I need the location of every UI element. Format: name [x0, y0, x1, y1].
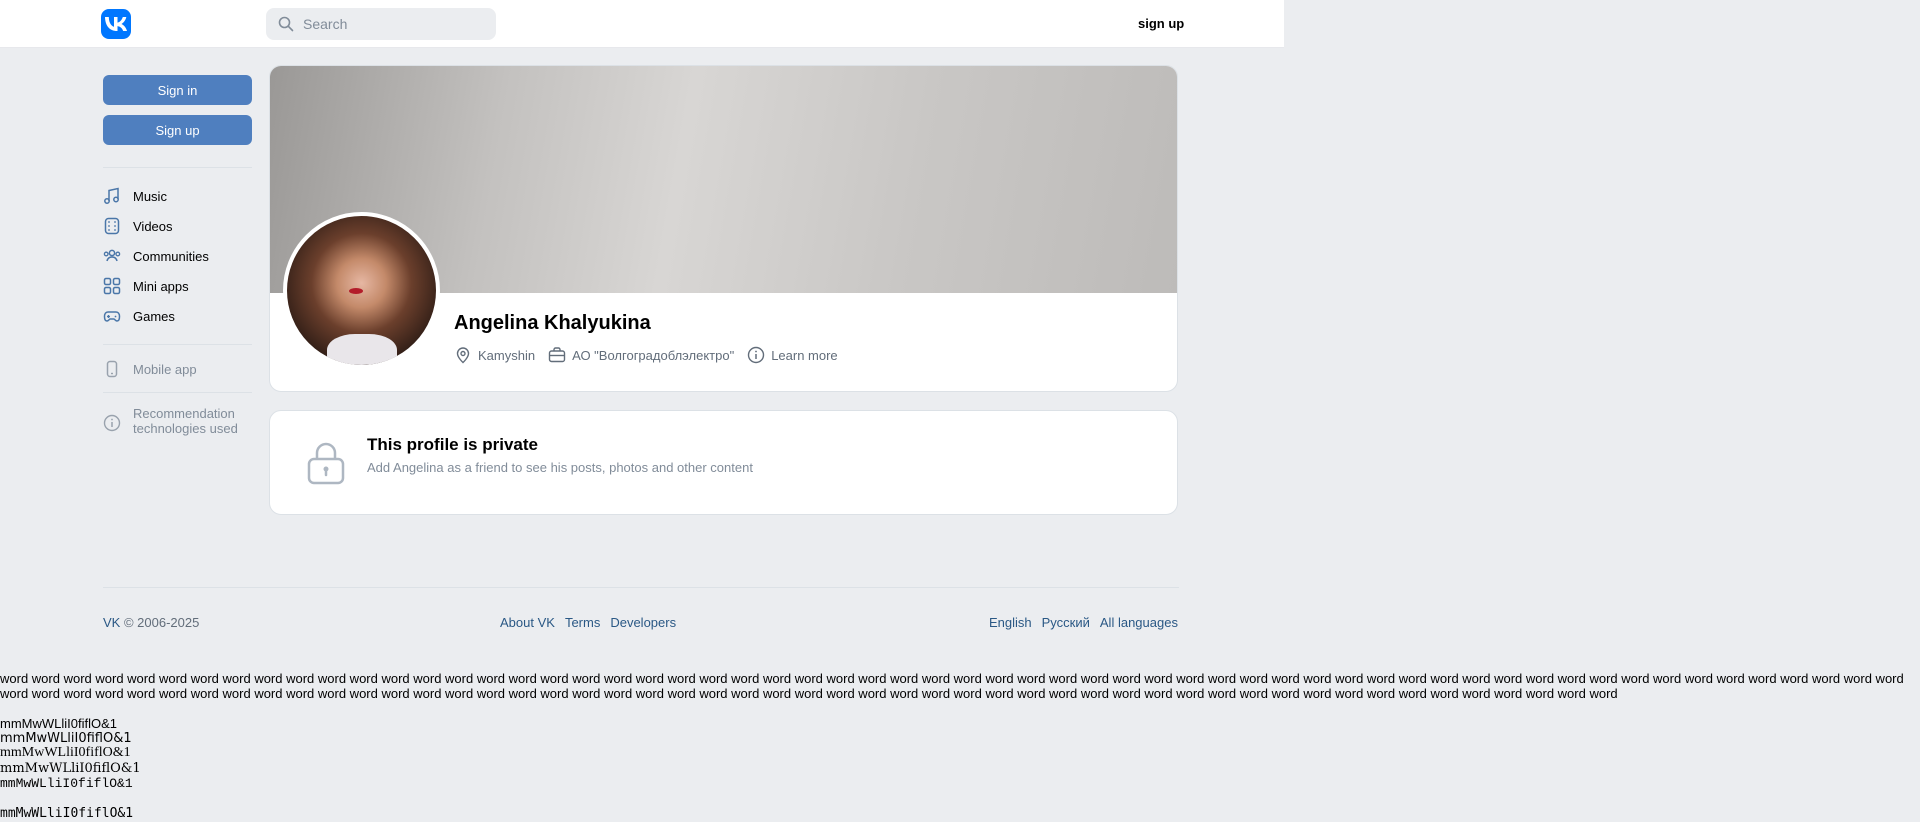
footer-copyright: VK © 2006-2025: [103, 615, 199, 630]
sidebar-item-label: Music: [133, 188, 167, 204]
footer-links: About VK Terms Developers: [500, 615, 676, 630]
search-placeholder: Search: [303, 16, 348, 32]
recommendation-line-1: Recommendation: [133, 406, 235, 421]
sidebar-item-label: Mini apps: [133, 278, 189, 294]
language-russian[interactable]: Русский: [1042, 615, 1090, 630]
vk-logo-glyph: [105, 17, 127, 31]
gamepad-icon: [103, 307, 121, 325]
learn-more-label: Learn more: [771, 347, 838, 363]
font-sample: mmMwWLliI0fiflO&1: [0, 761, 141, 776]
sidebar-item-mobile-app[interactable]: Mobile app: [103, 357, 197, 381]
language-english[interactable]: English: [989, 615, 1032, 630]
search-input[interactable]: Search: [266, 8, 496, 40]
sidebar-item-recommendations[interactable]: Recommendation technologies used: [103, 406, 238, 436]
mini-apps-icon: [103, 277, 121, 295]
sidebar-item-music[interactable]: Music: [103, 184, 167, 208]
avatar-detail: [349, 288, 363, 294]
profile-name: Angelina Khalyukina: [454, 312, 651, 334]
info-icon: [103, 414, 121, 432]
profile-city-label: Kamyshin: [478, 347, 536, 363]
language-all[interactable]: All languages: [1100, 615, 1178, 630]
sign-up-button[interactable]: Sign up: [103, 115, 252, 145]
font-sample: mmMwWLliI0fiflO&1: [0, 731, 132, 746]
profile-work[interactable]: АО "Волгоградоблэлектро": [548, 346, 734, 364]
sidebar-item-mini-apps[interactable]: Mini apps: [103, 274, 189, 298]
lock-icon: [307, 442, 345, 485]
location-icon: [456, 347, 470, 364]
footer-link-terms[interactable]: Terms: [565, 615, 600, 630]
header-signup-link[interactable]: sign up: [1138, 16, 1184, 31]
info-icon: [747, 346, 765, 364]
profile-work-label: АО "Волгоградоблэлектро": [572, 347, 735, 363]
recommendation-line-2: technologies used: [133, 421, 238, 436]
footer-link-about[interactable]: About VK: [500, 615, 555, 630]
sidebar-item-label: Games: [133, 308, 175, 324]
sidebar-divider: [103, 344, 252, 345]
vk-logo-icon[interactable]: [101, 9, 131, 39]
sidebar-divider: [103, 167, 252, 168]
font-sample: mmMwWLliI0fiflO&1: [0, 806, 134, 821]
private-profile-card: This profile is private Add Angelina as …: [269, 410, 1178, 515]
footer-vk-link[interactable]: VK: [103, 615, 120, 630]
sidebar-item-games[interactable]: Games: [103, 304, 175, 328]
private-title: This profile is private: [367, 435, 538, 454]
private-subtitle: Add Angelina as a friend to see his post…: [367, 460, 753, 475]
sign-in-button[interactable]: Sign in: [103, 75, 252, 105]
footer-languages: English Русский All languages: [989, 615, 1178, 630]
briefcase-icon: [548, 347, 566, 363]
font-sample: mmMwWLliI0fiflO&1: [0, 776, 133, 791]
font-sample: mmMwWLliI0fiflO&1: [0, 745, 131, 760]
video-icon: [103, 217, 121, 235]
search-icon: [278, 16, 294, 32]
profile-avatar[interactable]: [283, 212, 440, 369]
profile-info-row: Kamyshin АО "Волгоградоблэлектро" Learn …: [454, 346, 851, 364]
word-test-text: word word word word word word word word …: [0, 671, 1904, 701]
music-icon: [103, 187, 121, 205]
learn-more-link[interactable]: Learn more: [747, 346, 838, 364]
top-header: Search sign up: [0, 0, 1284, 48]
sidebar-item-label: Communities: [133, 248, 209, 264]
footer-link-developers[interactable]: Developers: [610, 615, 676, 630]
profile-city[interactable]: Kamyshin: [454, 346, 535, 364]
communities-icon: [103, 247, 121, 265]
sidebar-divider: [103, 392, 252, 393]
sidebar-item-videos[interactable]: Videos: [103, 214, 173, 238]
footer-divider: [103, 587, 1179, 588]
sidebar-item-label: Videos: [133, 218, 173, 234]
avatar-detail: [327, 334, 397, 365]
sidebar-item-communities[interactable]: Communities: [103, 244, 209, 268]
sidebar-item-label: Mobile app: [133, 361, 197, 377]
font-sample: mmMwWLliI0fiflO&1: [0, 716, 118, 731]
copyright-text: © 2006-2025: [120, 615, 200, 630]
phone-icon: [103, 360, 121, 378]
